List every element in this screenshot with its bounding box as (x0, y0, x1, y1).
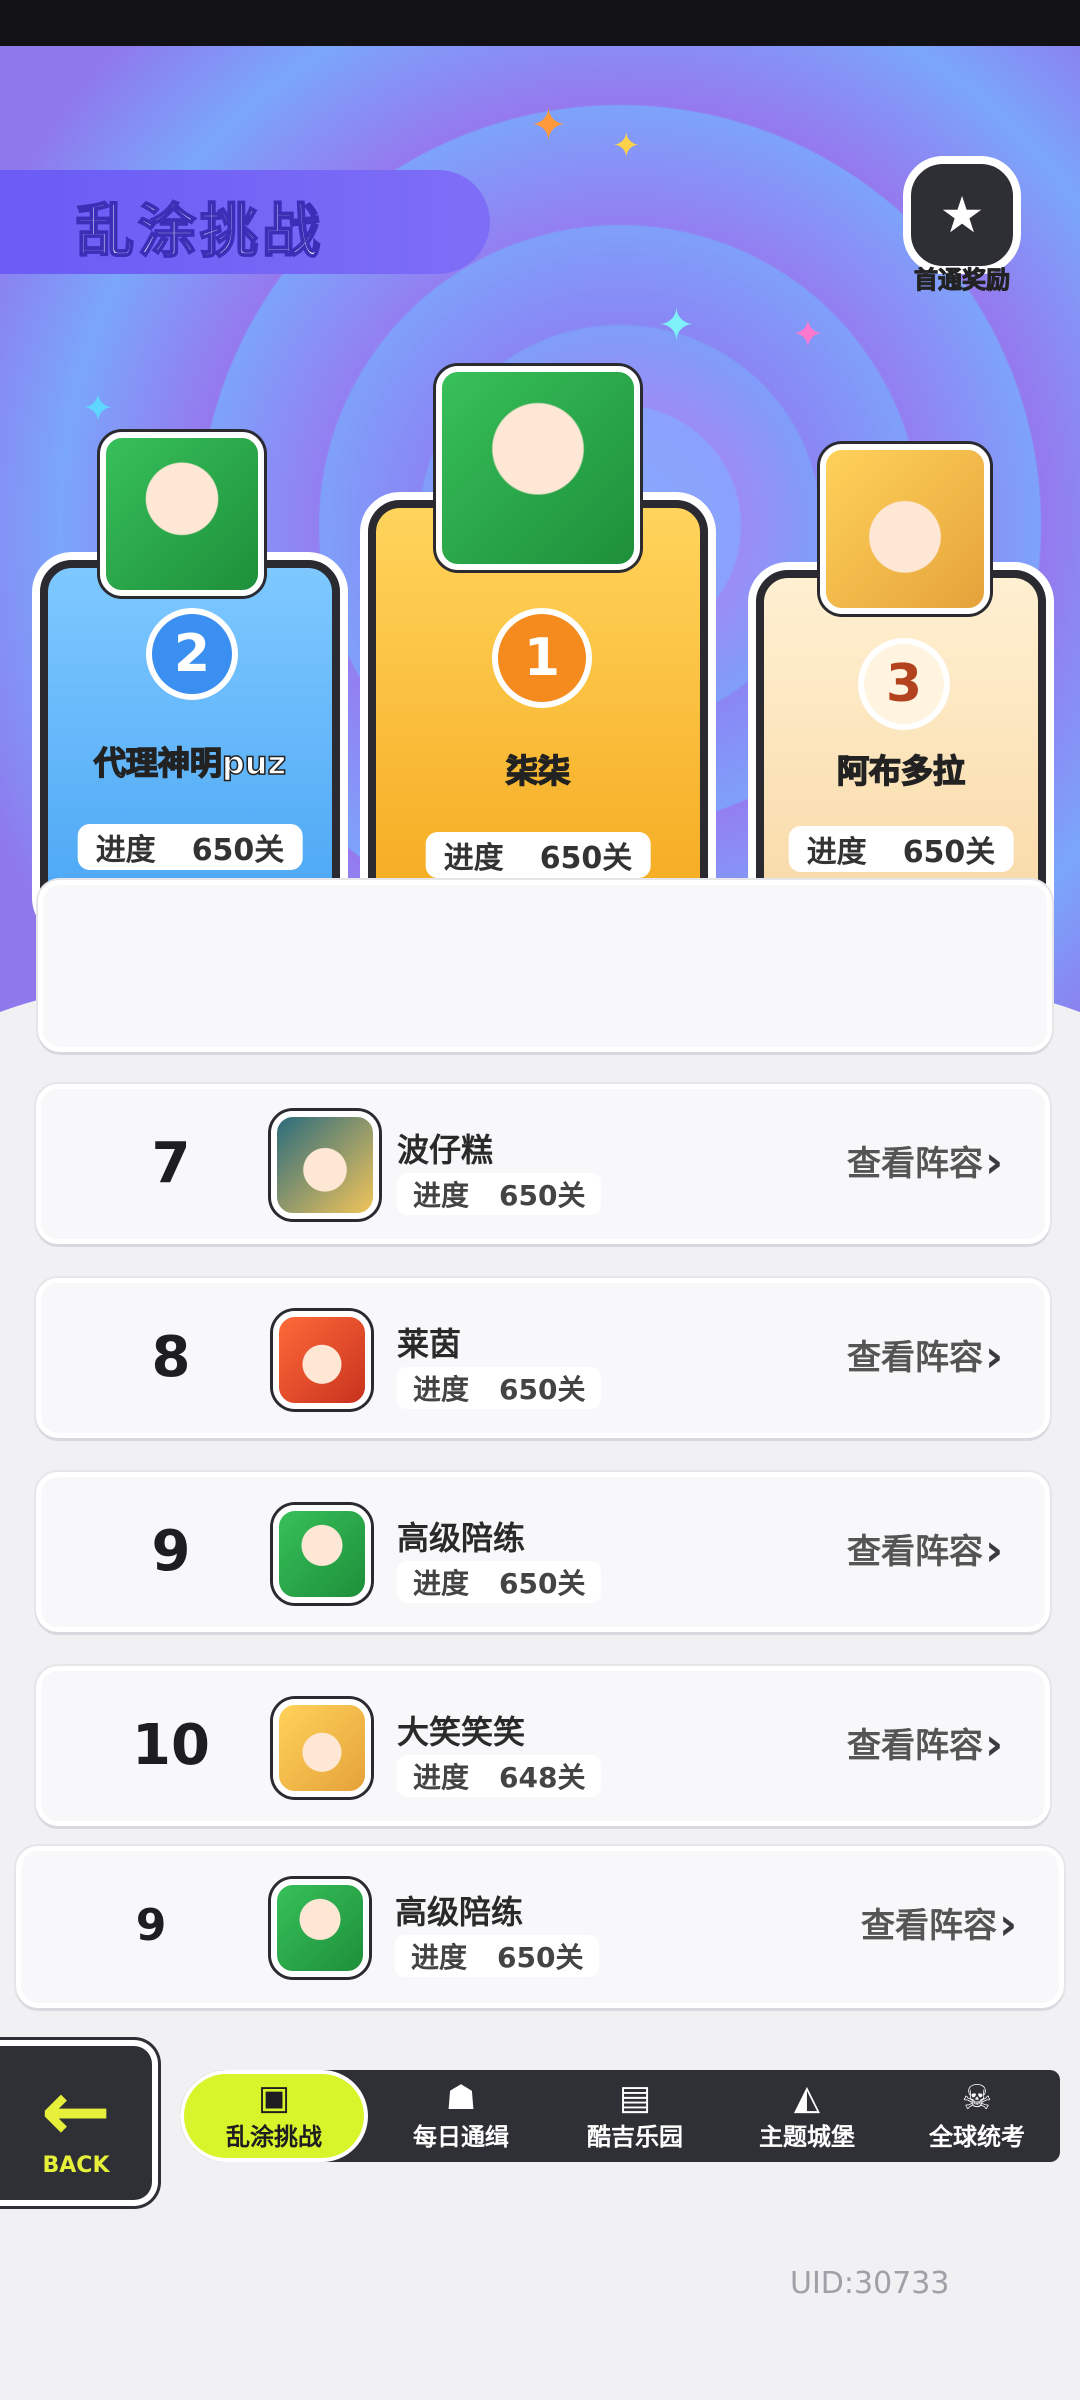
sparkle-icon: ✦ (658, 300, 695, 351)
player-avatar (271, 1879, 369, 1977)
table-row[interactable]: 7 波仔糕 进度 650关 查看阵容 › (36, 1084, 1050, 1244)
castle-icon: ◭ (793, 2077, 821, 2118)
tab-label: 每日通缉 (413, 2122, 509, 2151)
sparkle-icon: ✦ (792, 312, 824, 356)
row-rank: 7 (151, 1131, 191, 1196)
back-button[interactable]: ← BACK (0, 2040, 158, 2206)
view-lineup-button[interactable]: 查看阵容 (847, 1671, 983, 1821)
skull-icon: ☠ (961, 2077, 993, 2118)
podium-rank-2[interactable]: 2 代理神明puz 进度 650关 (40, 560, 340, 930)
progress-value: 650关 (499, 1179, 586, 1212)
view-lineup-button[interactable]: 查看阵容 (861, 1851, 997, 2001)
table-row[interactable]: 9 高级陪练 进度 650关 查看阵容 › (36, 1472, 1050, 1632)
player-name: 波仔糕 (397, 1131, 494, 1169)
sparkle-icon: ✦ (612, 126, 641, 166)
table-row[interactable]: 8 莱茵 进度 650关 查看阵容 › (36, 1278, 1050, 1438)
player-name: 柒柒 (505, 751, 571, 791)
chevron-right-icon[interactable]: › (985, 1331, 1025, 1382)
progress-pill: 进度 650关 (395, 1935, 600, 1977)
first-clear-reward-button[interactable]: ★ 首通奖励 (898, 156, 1026, 296)
view-lineup-button[interactable]: 查看阵容 (847, 1477, 983, 1627)
player-avatar (820, 444, 990, 614)
tab-doodle-challenge[interactable]: ▣ 乱涂挑战 (180, 2070, 368, 2162)
progress-pill: 进度 650关 (397, 1561, 602, 1603)
progress-value: 650关 (902, 835, 996, 870)
row-rank: 10 (132, 1713, 210, 1778)
progress-pill: 进度 650关 (397, 1173, 602, 1215)
arrow-left-icon: ← (40, 2061, 112, 2160)
tab-daily-wanted[interactable]: ☗ 每日通缉 (376, 2070, 546, 2162)
back-label: BACK (42, 2152, 110, 2178)
progress-value: 648关 (499, 1761, 586, 1794)
progress-pill: 进度 648关 (397, 1755, 602, 1797)
my-rank-row[interactable]: 9 高级陪练 进度 650关 查看阵容 › (16, 1846, 1064, 2008)
progress-value: 650关 (499, 1567, 586, 1600)
chevron-right-icon[interactable]: › (999, 1899, 1039, 1950)
tab-label: 主题城堡 (759, 2122, 855, 2151)
player-avatar (273, 1699, 371, 1797)
row-rank: 9 (135, 1900, 167, 1951)
gamepad-icon: ▣ (257, 2077, 291, 2118)
podium-rank-3[interactable]: 3 阿布多拉 进度 650关 (756, 570, 1046, 930)
bottom-tab-bar: ▣ 乱涂挑战 ☗ 每日通缉 ▤ 酷吉乐园 ◭ 主题城堡 ☠ 全球统考 (180, 2070, 1060, 2162)
progress-label: 进度 (413, 1567, 470, 1600)
player-avatar (436, 366, 640, 570)
player-avatar (271, 1111, 379, 1219)
chevron-right-icon[interactable]: › (985, 1525, 1025, 1576)
progress-pill: 进度 650关 (77, 824, 303, 870)
list-item (38, 880, 1052, 1052)
row-rank: 9 (151, 1519, 191, 1584)
tab-label: 酷吉乐园 (587, 2122, 683, 2151)
player-name: 高级陪练 (397, 1519, 526, 1557)
trophy-icon: ★ (903, 156, 1021, 274)
player-name: 大笑笑笑 (397, 1713, 526, 1751)
progress-value: 650关 (191, 833, 285, 868)
tab-label: 乱涂挑战 (226, 2122, 322, 2151)
player-name: 代理神明puz (93, 743, 287, 783)
view-lineup-button[interactable]: 查看阵容 (847, 1283, 983, 1433)
user-id: UID:30733 (790, 2266, 950, 2301)
sparkle-icon: ✦ (82, 386, 114, 430)
chevron-right-icon[interactable]: › (985, 1719, 1025, 1770)
view-lineup-button[interactable]: 查看阵容 (847, 1089, 983, 1239)
player-name: 莱茵 (397, 1325, 462, 1363)
progress-pill: 进度 650关 (397, 1367, 602, 1409)
sparkle-icon: ✦ (530, 100, 567, 151)
tab-global-exam[interactable]: ☠ 全球统考 (892, 2070, 1062, 2162)
progress-value: 650关 (497, 1941, 584, 1974)
progress-pill: 进度 650关 (425, 832, 651, 878)
rank-badge: 2 (146, 608, 238, 700)
monster-icon: ☗ (445, 2077, 477, 2118)
tab-label: 全球统考 (929, 2122, 1025, 2151)
progress-label: 进度 (411, 1941, 468, 1974)
table-row[interactable]: 10 大笑笑笑 进度 648关 查看阵容 › (36, 1666, 1050, 1826)
tab-cool-park[interactable]: ▤ 酷吉乐园 (550, 2070, 720, 2162)
progress-label: 进度 (413, 1373, 470, 1406)
player-avatar (100, 432, 264, 596)
progress-value: 650关 (539, 841, 633, 876)
reward-label: 首通奖励 (914, 266, 1011, 295)
chevron-right-icon[interactable]: › (985, 1137, 1025, 1188)
row-rank: 8 (151, 1325, 191, 1390)
progress-value: 650关 (499, 1373, 586, 1406)
progress-label: 进度 (413, 1179, 470, 1212)
player-name: 高级陪练 (395, 1893, 524, 1931)
progress-label: 进度 (95, 833, 156, 868)
console-icon: ▤ (618, 2077, 652, 2118)
progress-pill: 进度 650关 (788, 826, 1014, 872)
progress-label: 进度 (413, 1761, 470, 1794)
player-name: 阿布多拉 (836, 751, 966, 791)
progress-label: 进度 (443, 841, 504, 876)
rank-badge: 1 (492, 608, 592, 708)
page-title: 乱涂挑战 (75, 196, 325, 266)
tab-theme-castle[interactable]: ◭ 主题城堡 (722, 2070, 892, 2162)
rank-badge: 3 (858, 638, 950, 730)
player-avatar (273, 1505, 371, 1603)
player-avatar (273, 1311, 371, 1409)
progress-label: 进度 (806, 835, 867, 870)
status-strip (0, 0, 1080, 46)
